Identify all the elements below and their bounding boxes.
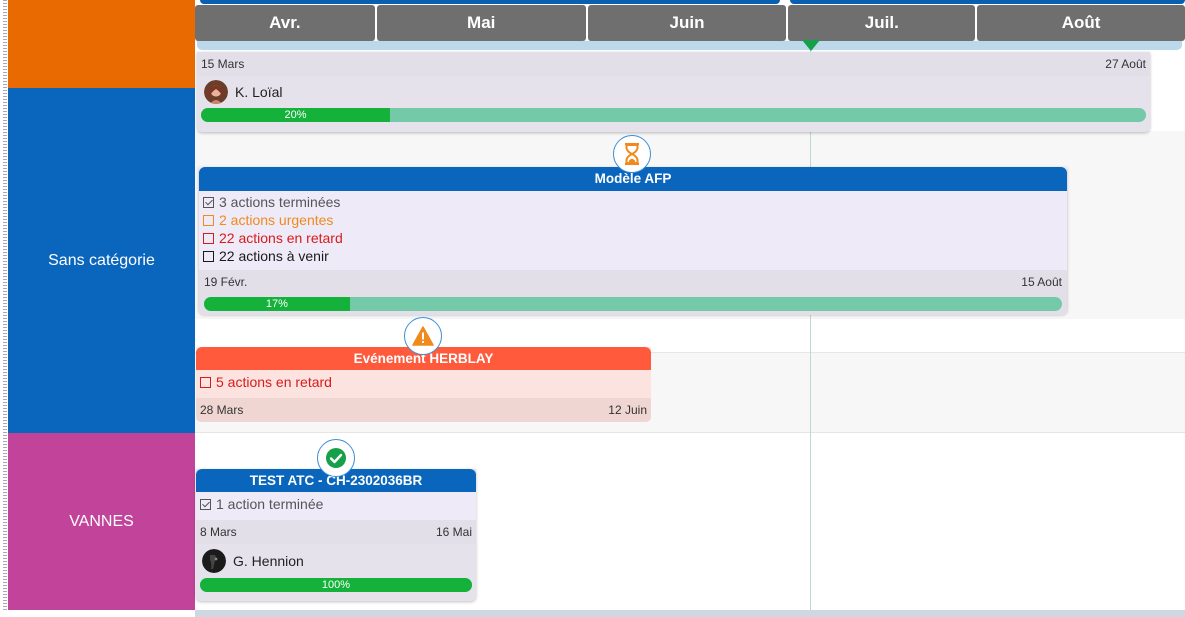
checkbox-icon <box>203 250 214 262</box>
project-card[interactable]: TEST ATC - CH-2302036BR 1 action terminé… <box>196 469 476 601</box>
progress-label: 100% <box>321 579 351 591</box>
progress-label: 20% <box>284 109 307 121</box>
hourglass-icon <box>625 143 639 165</box>
progress-bar: 20% <box>201 108 1146 122</box>
project-dates: 8 Mars 16 Mai <box>196 520 476 544</box>
progress-label: 17% <box>265 298 288 310</box>
project-dates: 28 Mars 12 Juin <box>196 398 651 422</box>
avatar <box>202 549 226 573</box>
project-owner: K. Loïal <box>197 76 1150 108</box>
action-text: 22 actions en retard <box>219 230 343 246</box>
progress-bar: 17% <box>204 297 1062 311</box>
action-urgent[interactable]: 2 actions urgentes <box>203 211 1063 229</box>
action-text: 3 actions terminées <box>219 194 341 210</box>
start-date: 8 Mars <box>200 525 237 539</box>
category-sans-categorie[interactable]: Sans catégorie <box>8 88 195 433</box>
end-date: 16 Mai <box>435 525 472 539</box>
project-dates: 15 Mars 27 Août <box>197 52 1150 76</box>
month-mai[interactable]: Mai <box>376 5 586 41</box>
month-avr[interactable]: Avr. <box>195 5 375 41</box>
start-date: 28 Mars <box>200 403 244 417</box>
action-text: 1 action terminée <box>216 496 324 512</box>
action-text: 5 actions en retard <box>216 374 332 390</box>
lane-divider <box>195 432 1185 433</box>
action-list: 5 actions en retard <box>196 370 651 398</box>
project-card[interactable]: Modèle AFP 3 actions terminées 2 actions… <box>199 167 1067 315</box>
warning-icon <box>412 326 434 346</box>
project-card[interactable]: 15 Mars 27 Août K. Loïal 20% <box>197 52 1150 132</box>
project-dates: 19 Févr. 15 Août <box>199 270 1067 294</box>
month-juil[interactable]: Juil. <box>788 5 976 41</box>
status-badge[interactable] <box>613 135 651 173</box>
avatar <box>204 80 228 104</box>
project-card[interactable]: Evénement HERBLAY 5 actions en retard 28… <box>196 347 651 422</box>
category-label: VANNES <box>69 512 134 530</box>
action-text: 2 actions urgentes <box>219 212 334 228</box>
status-badge[interactable] <box>404 317 442 355</box>
checkbox-checked-icon <box>203 196 214 208</box>
progress-bar: 100% <box>200 578 472 592</box>
month-aout[interactable]: Août <box>977 5 1185 41</box>
project-owner: G. Hennion <box>196 544 476 578</box>
action-done[interactable]: 1 action terminée <box>200 495 472 513</box>
action-late[interactable]: 22 actions en retard <box>203 229 1063 247</box>
status-badge[interactable] <box>317 439 355 477</box>
category-vannes[interactable]: VANNES <box>8 433 195 610</box>
checkbox-icon <box>203 232 214 244</box>
action-upcoming[interactable]: 22 actions à venir <box>203 247 1063 265</box>
end-date: 15 Août <box>1021 275 1062 289</box>
checkbox-checked-icon <box>200 498 211 510</box>
action-list: 3 actions terminées 2 actions urgentes 2… <box>199 191 1067 270</box>
end-date: 12 Juin <box>608 403 647 417</box>
bottom-scroll-track[interactable] <box>195 610 1185 617</box>
timeline-range-bar[interactable] <box>197 41 1182 50</box>
start-date: 15 Mars <box>201 57 245 71</box>
action-done[interactable]: 3 actions terminées <box>203 193 1063 211</box>
action-late[interactable]: 5 actions en retard <box>200 373 647 391</box>
checkbox-icon <box>200 376 211 388</box>
lane-gutter <box>3 0 7 610</box>
checkbox-icon <box>203 214 214 226</box>
header-edge <box>790 0 1185 4</box>
check-circle-icon <box>326 448 346 468</box>
month-juin[interactable]: Juin <box>587 5 787 41</box>
start-date: 19 Févr. <box>204 275 248 289</box>
end-date: 27 Août <box>1105 57 1146 71</box>
month-header: Avr. Mai Juin Juil. Août <box>195 5 1185 41</box>
category-label: Sans catégorie <box>48 251 155 269</box>
action-list: 1 action terminée <box>196 492 476 520</box>
today-marker-icon <box>802 40 820 51</box>
owner-name: G. Hennion <box>233 553 304 569</box>
header-edge <box>200 0 780 4</box>
action-text: 22 actions à venir <box>219 248 329 264</box>
owner-name: K. Loïal <box>235 84 283 100</box>
category-orange[interactable] <box>8 0 195 88</box>
